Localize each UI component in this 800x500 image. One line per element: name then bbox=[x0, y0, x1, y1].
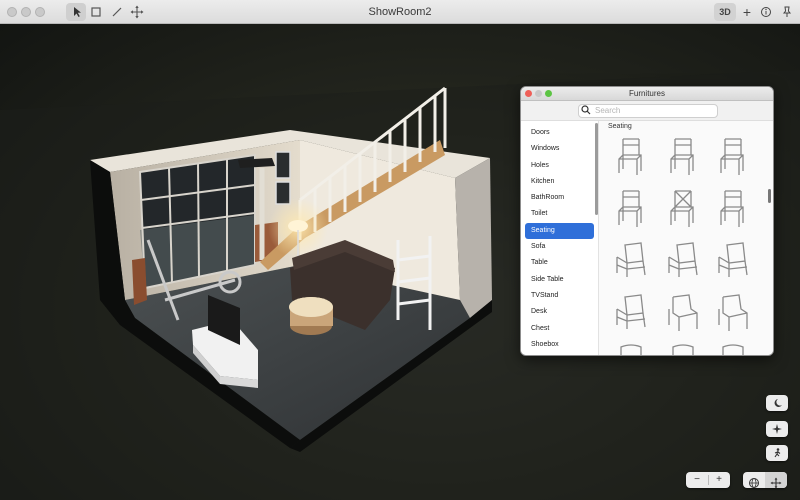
armchair-icon bbox=[616, 242, 646, 277]
search-row bbox=[521, 101, 773, 121]
chair-icon bbox=[620, 344, 642, 355]
category-tvstand[interactable]: TVStand bbox=[521, 288, 598, 304]
furniture-item-chair[interactable] bbox=[611, 343, 653, 355]
zoom-out-button[interactable]: − bbox=[686, 472, 708, 488]
furniture-item-lounge-chair[interactable] bbox=[663, 291, 705, 337]
category-toilet[interactable]: Toilet bbox=[521, 206, 598, 222]
square-icon bbox=[91, 7, 101, 17]
furniture-item-dining-chair[interactable] bbox=[663, 135, 705, 181]
close-window-button[interactable] bbox=[7, 7, 17, 17]
chair-icon bbox=[722, 344, 744, 355]
window-titlebar: ShowRoom2 3D + bbox=[0, 0, 800, 24]
info-icon bbox=[761, 7, 771, 17]
navigation-mode-control bbox=[743, 472, 787, 489]
armchair-icon bbox=[718, 242, 748, 277]
furniture-item-chair[interactable] bbox=[663, 343, 705, 355]
panel-titlebar: Furnitures bbox=[521, 87, 773, 101]
moon-icon bbox=[774, 399, 782, 407]
category-side-table[interactable]: Side Table bbox=[521, 272, 598, 288]
search-input[interactable] bbox=[595, 106, 713, 115]
minimize-window-button[interactable] bbox=[21, 7, 31, 17]
grid-scrollbar[interactable] bbox=[768, 189, 771, 203]
night-mode-button[interactable] bbox=[766, 395, 788, 411]
dining-chair-icon bbox=[720, 138, 744, 175]
category-doors[interactable]: Doors bbox=[521, 125, 598, 141]
furniture-item-dining-chair[interactable] bbox=[611, 135, 653, 181]
grid-heading: Seating bbox=[608, 123, 632, 130]
lounge-chair-icon bbox=[668, 294, 698, 331]
category-list: Doors Windows Holes Kitchen BathRoom Toi… bbox=[521, 121, 599, 355]
dining-chair-icon bbox=[720, 190, 744, 227]
move-tool-button[interactable] bbox=[127, 3, 147, 21]
line-tool-button[interactable] bbox=[107, 3, 127, 21]
view-mode-3d-button[interactable]: 3D bbox=[714, 3, 736, 21]
category-holes[interactable]: Holes bbox=[521, 158, 598, 174]
walk-icon bbox=[774, 448, 781, 458]
furniture-item-armchair[interactable] bbox=[611, 291, 653, 337]
category-table[interactable]: Table bbox=[521, 255, 598, 271]
category-kitchen[interactable]: Kitchen bbox=[521, 174, 598, 190]
pan-mode-button[interactable] bbox=[765, 472, 787, 489]
search-icon bbox=[581, 104, 591, 118]
cursor-arrow-icon bbox=[74, 7, 81, 17]
cross-back-chair-icon bbox=[670, 190, 694, 227]
zoom-in-button[interactable]: + bbox=[708, 472, 730, 488]
globe-icon bbox=[749, 478, 759, 488]
furniture-item-armchair[interactable] bbox=[713, 239, 755, 285]
lighting-button[interactable] bbox=[766, 421, 788, 437]
category-windows[interactable]: Windows bbox=[521, 141, 598, 157]
furniture-item-dining-chair[interactable] bbox=[611, 187, 653, 233]
zoom-control: − + bbox=[686, 472, 730, 488]
category-desk[interactable]: Desk bbox=[521, 304, 598, 320]
category-bathroom[interactable]: BathRoom bbox=[521, 190, 598, 206]
armchair-icon bbox=[668, 242, 698, 277]
sparkle-icon bbox=[772, 424, 782, 434]
lounge-chair-icon bbox=[718, 294, 748, 331]
furniture-item-lounge-chair[interactable] bbox=[713, 291, 755, 337]
furniture-grid: Seating bbox=[601, 121, 773, 355]
line-icon bbox=[112, 7, 122, 17]
info-button[interactable] bbox=[758, 3, 774, 21]
dining-chair-icon bbox=[618, 138, 642, 175]
coffee-table[interactable] bbox=[289, 297, 333, 335]
pin-icon bbox=[782, 6, 792, 17]
category-seating[interactable]: Seating bbox=[525, 222, 594, 240]
category-scrollbar[interactable] bbox=[595, 123, 598, 215]
zoom-window-button[interactable] bbox=[35, 7, 45, 17]
add-button[interactable]: + bbox=[739, 3, 755, 21]
armchair-icon bbox=[616, 294, 646, 329]
panel-title: Furnitures bbox=[628, 89, 665, 98]
category-shoebox[interactable]: Shoebox bbox=[521, 337, 598, 353]
category-chest[interactable]: Chest bbox=[521, 321, 598, 337]
rectangle-tool-button[interactable] bbox=[86, 3, 106, 21]
furniture-item-dining-chair[interactable] bbox=[713, 135, 755, 181]
furniture-item-dining-chair[interactable] bbox=[713, 187, 755, 233]
pin-button[interactable] bbox=[779, 3, 795, 21]
furniture-item-armchair[interactable] bbox=[663, 239, 705, 285]
chair-icon bbox=[672, 344, 694, 355]
walk-mode-button[interactable] bbox=[766, 445, 788, 461]
move-icon bbox=[770, 477, 782, 489]
move-arrows-icon bbox=[130, 5, 144, 19]
orbit-mode-button[interactable] bbox=[743, 472, 765, 488]
furniture-item-chair[interactable] bbox=[713, 343, 755, 355]
select-tool-button[interactable] bbox=[66, 3, 86, 21]
furniture-item-cross-back-chair[interactable] bbox=[663, 187, 705, 233]
category-sofa[interactable]: Sofa bbox=[521, 239, 598, 255]
furnitures-panel: Furnitures Doors Windows Holes Kitchen B… bbox=[520, 86, 774, 356]
dining-chair-icon bbox=[618, 190, 642, 227]
dining-chair-icon bbox=[670, 138, 694, 175]
furniture-item-armchair[interactable] bbox=[611, 239, 653, 285]
